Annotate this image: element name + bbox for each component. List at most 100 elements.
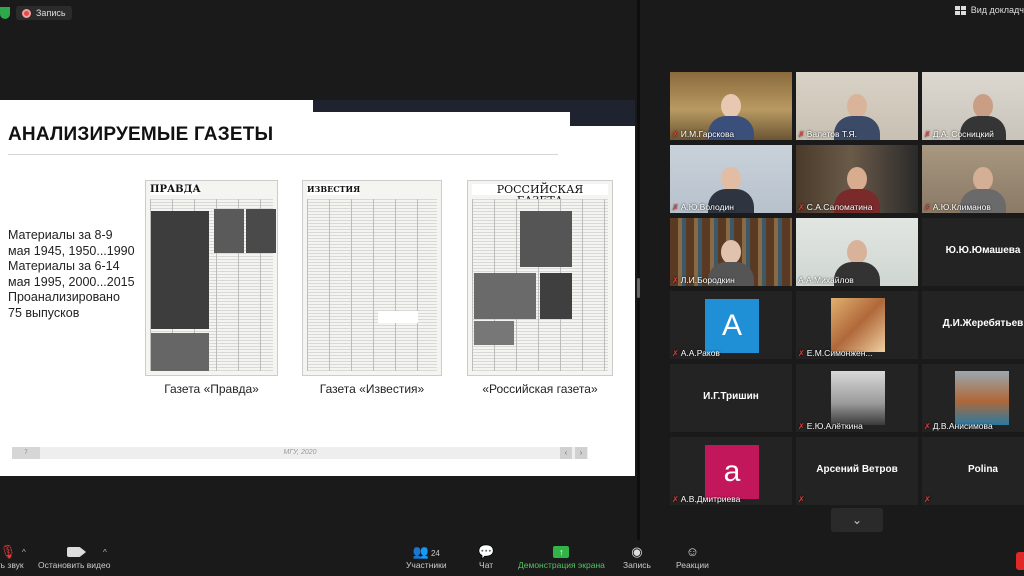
slide-prev-button[interactable]: ‹ xyxy=(560,447,572,459)
participant-name: А.Ю.Климанов xyxy=(932,202,991,212)
view-mode-button[interactable]: Вид докладч xyxy=(954,5,1024,15)
grid-view-icon xyxy=(954,5,966,15)
participant-avatar: A xyxy=(705,299,759,353)
participant-tile[interactable]: A ✗ А.А.Раков xyxy=(670,291,792,359)
participant-tile[interactable]: Polina ✗ xyxy=(922,437,1024,505)
encryption-shield-icon[interactable] xyxy=(0,7,10,19)
participant-name: Ю.Ю.Юмашева xyxy=(945,245,1021,256)
participant-tile[interactable]: ✗ Е.Ю.Алёткина xyxy=(796,364,918,432)
splitter-handle[interactable] xyxy=(637,278,640,298)
participant-name: А.Ю.Володин xyxy=(680,202,734,212)
newspaper-izvestia-image: ИЗВЕСТИЯ xyxy=(302,180,442,376)
participant-tile[interactable]: ✗ Валетов Т.Я. xyxy=(796,72,918,140)
record-button[interactable]: ◉ Запись xyxy=(623,544,651,570)
reactions-button[interactable]: ☺ Реакции xyxy=(676,544,709,570)
participant-name: Валетов Т.Я. xyxy=(806,129,858,139)
recording-label: Запись xyxy=(36,8,66,18)
record-icon: ◉ xyxy=(631,544,643,559)
mic-muted-icon: ✗ xyxy=(798,421,805,431)
participant-avatar: a xyxy=(705,445,759,499)
participant-name: Д.И.Жеребятьев xyxy=(942,318,1024,329)
participant-name: И.М.Гарскова xyxy=(680,129,735,139)
chat-button[interactable]: 💬 Чат xyxy=(478,544,494,570)
mic-muted-icon: ✗ xyxy=(798,495,805,504)
participant-photo xyxy=(955,371,1009,425)
participant-tile[interactable]: Ю.Ю.Юмашева xyxy=(922,218,1024,286)
video-options-caret[interactable]: ^ xyxy=(103,548,107,557)
slide-body-line: Материалы за 6-14 мая 1995, 2000...2015 xyxy=(8,259,135,289)
slide-footer-text: МГУ, 2020 xyxy=(283,449,317,456)
participant-tile[interactable]: ✗ И.М.Гарскова xyxy=(670,72,792,140)
newspaper-pravda-image: ПРАВДА xyxy=(145,180,278,376)
participant-name: А.А.Раков xyxy=(680,348,720,358)
newspaper-caption: «Российская газета» xyxy=(482,382,598,396)
newspaper-caption: Газета «Известия» xyxy=(319,382,425,396)
participant-photo xyxy=(831,298,885,352)
mic-muted-icon: ✗ xyxy=(924,129,931,139)
newspaper-caption: Газета «Правда» xyxy=(164,382,259,396)
recording-indicator[interactable]: Запись xyxy=(16,6,72,20)
participant-tile[interactable]: Д.И.Жеребятьев xyxy=(922,291,1024,359)
share-screen-button[interactable]: ↑ Демонстрация экрана xyxy=(518,544,605,570)
participant-tile[interactable]: ✗ Е.М.Симонжен... xyxy=(796,291,918,359)
slide-next-button[interactable]: › xyxy=(575,447,587,459)
participant-name: А.А.Михайлов xyxy=(798,275,854,285)
participant-tile[interactable]: a ✗ А.В.Дмитриева xyxy=(670,437,792,505)
participant-name: А.В.Дмитриева xyxy=(680,494,741,504)
participant-photo xyxy=(831,371,885,425)
share-screen-icon: ↑ xyxy=(553,546,570,558)
participant-tile[interactable]: ✗ А.Ю.Володин xyxy=(670,145,792,213)
participant-name: Е.М.Симонжен... xyxy=(806,348,873,358)
gallery-next-page-button[interactable]: ⌄ xyxy=(831,508,883,532)
participants-icon: 👥 xyxy=(412,544,429,559)
participant-name: Арсений Ветров xyxy=(816,464,898,475)
participant-tile[interactable]: ✗ Л.И.Бородкин xyxy=(670,218,792,286)
slide-body-text: Материалы за 8-9 мая 1945, 1950...1990 М… xyxy=(8,228,136,321)
slide-title: АНАЛИЗИРУЕМЫЕ ГАЗЕТЫ xyxy=(8,124,274,145)
panel-splitter[interactable] xyxy=(637,0,640,540)
mic-muted-icon: ✗ xyxy=(672,275,679,285)
meeting-toolbar: 🎙 ить звук ^ Остановить видео ^ 👥24 Учас… xyxy=(0,540,1024,576)
participant-tile[interactable]: Арсений Ветров ✗ xyxy=(796,437,918,505)
unmute-button[interactable]: 🎙 ить звук xyxy=(0,544,24,570)
participant-name: Л.И.Бородкин xyxy=(680,275,735,285)
mic-off-icon: 🎙 xyxy=(0,544,17,559)
participant-tile[interactable]: И.Г.Тришин xyxy=(670,364,792,432)
participant-name: Д.В.Анисимова xyxy=(932,421,993,431)
participant-name: И.Г.Тришин xyxy=(703,391,759,402)
video-camera-icon xyxy=(67,547,87,557)
participant-name: Polina xyxy=(967,464,998,475)
mic-muted-icon: ✗ xyxy=(672,348,679,358)
chevron-down-icon: ⌄ xyxy=(851,513,863,527)
chat-bubble-icon: 💬 xyxy=(478,544,495,559)
participant-tile[interactable]: ✗ С.А.Саломатина xyxy=(796,145,918,213)
mic-muted-icon: ✗ xyxy=(672,494,679,504)
participant-name: Д.А. Сосницкий xyxy=(932,129,994,139)
top-status-bar: Запись xyxy=(0,4,72,22)
mic-muted-icon: ✗ xyxy=(924,421,931,431)
participants-count: 24 xyxy=(430,549,440,558)
audio-options-caret[interactable]: ^ xyxy=(22,548,26,557)
stop-video-button[interactable]: Остановить видео xyxy=(38,544,110,570)
mic-muted-icon: ✗ xyxy=(924,202,931,212)
newspaper-masthead: ИЗВЕСТИЯ xyxy=(307,184,361,195)
slide-body-line: Проанализировано 75 выпусков xyxy=(8,290,120,320)
slide-divider xyxy=(8,154,558,155)
slide-header-band xyxy=(313,100,570,112)
participant-tile[interactable]: ✗ Д.В.Анисимова xyxy=(922,364,1024,432)
participants-button[interactable]: 👥 24 Участники xyxy=(406,544,447,570)
mic-muted-icon: ✗ xyxy=(798,129,805,139)
emoji-reaction-icon: ☺ xyxy=(685,544,700,559)
participant-name: Е.Ю.Алёткина xyxy=(806,421,863,431)
mic-muted-icon: ✗ xyxy=(672,202,679,212)
participant-tile[interactable]: ✗ А.Ю.Климанов xyxy=(922,145,1024,213)
leave-meeting-button[interactable] xyxy=(1016,552,1024,570)
mic-muted-icon: ✗ xyxy=(672,129,679,139)
mic-muted-icon: ✗ xyxy=(798,348,805,358)
participant-tile-active-speaker[interactable]: А.А.Михайлов xyxy=(796,218,918,286)
participant-tile[interactable]: ✗ Д.А. Сосницкий xyxy=(922,72,1024,140)
record-dot-icon xyxy=(22,8,31,18)
slide-header-corner xyxy=(570,100,635,126)
newspaper-masthead: РОССИЙСКАЯ ГАЗЕТА xyxy=(472,184,608,206)
view-mode-label: Вид докладч xyxy=(970,5,1024,15)
